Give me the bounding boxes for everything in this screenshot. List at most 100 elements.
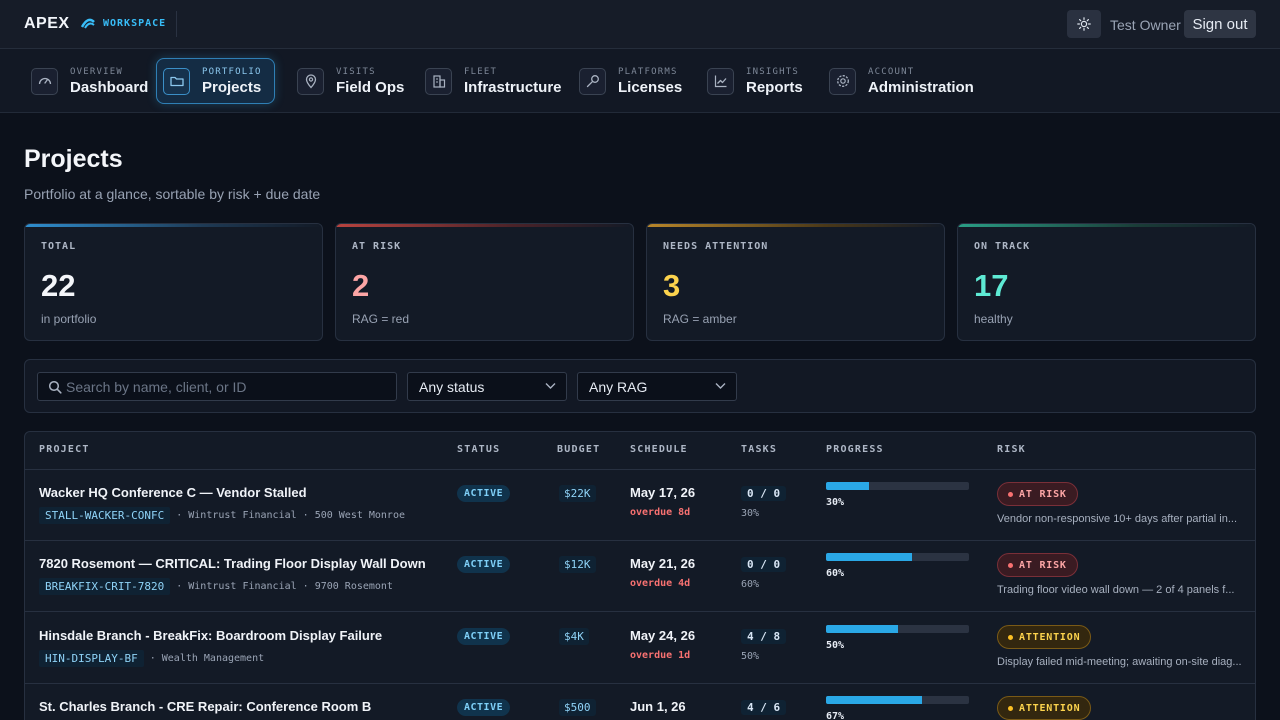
column-header-status[interactable]: STATUS bbox=[457, 444, 500, 455]
risk-note: Display failed mid-meeting; awaiting on-… bbox=[997, 656, 1242, 668]
nav-item-projects[interactable]: PORTFOLIO Projects bbox=[156, 58, 275, 104]
progress-percent: 50% bbox=[826, 640, 845, 651]
chevron-down-icon bbox=[715, 383, 726, 389]
tasks-percent: 30% bbox=[741, 508, 760, 519]
budget-value: $4K bbox=[559, 628, 589, 645]
column-header-budget[interactable]: BUDGET bbox=[557, 444, 600, 455]
nav-item-reports[interactable]: INSIGHTS Reports bbox=[701, 58, 815, 104]
sign-out-button[interactable]: Sign out bbox=[1184, 10, 1256, 38]
project-meta: BREAKFIX-CRIT-7820 · Wintrust Financial … bbox=[39, 578, 393, 595]
progress-bar bbox=[826, 625, 969, 633]
project-name[interactable]: 7820 Rosemont — CRITICAL: Trading Floor … bbox=[39, 556, 426, 571]
page-subtitle: Portfolio at a glance, sortable by risk … bbox=[24, 186, 321, 202]
tasks-count: 0 / 0 bbox=[741, 486, 787, 501]
stat-card-at-risk: AT RISK 2 RAG = red bbox=[335, 223, 634, 341]
gear-icon bbox=[829, 67, 856, 95]
project-code: STALL-WACKER-CONFC bbox=[39, 507, 171, 524]
status-badge: ACTIVE bbox=[457, 628, 511, 645]
progress-percent: 67% bbox=[826, 711, 845, 720]
divider bbox=[176, 11, 177, 37]
schedule-date: May 17, 26 bbox=[630, 485, 696, 500]
column-header-project[interactable]: PROJECT bbox=[39, 444, 90, 455]
workspace-icon bbox=[80, 18, 95, 29]
progress-fill bbox=[826, 482, 869, 490]
progress-percent: 60% bbox=[826, 568, 845, 579]
project-client: · Wintrust Financial · 500 West Monroe bbox=[176, 510, 405, 521]
risk-badge: AT RISK bbox=[997, 553, 1078, 577]
nav-item-field-ops[interactable]: VISITS Field Ops bbox=[291, 58, 416, 104]
schedule-date: May 24, 26 bbox=[630, 628, 696, 643]
nav-item-licenses[interactable]: PLATFORMS Licenses bbox=[573, 58, 694, 104]
workspace-label: WORKSPACE bbox=[103, 18, 167, 29]
project-name[interactable]: Wacker HQ Conference C — Vendor Stalled bbox=[39, 485, 307, 500]
risk-dot bbox=[1008, 491, 1013, 497]
project-code: BREAKFIX-CRIT-7820 bbox=[39, 578, 171, 595]
budget-value: $12K bbox=[559, 556, 596, 573]
schedule-date: Jun 1, 26 bbox=[630, 699, 686, 714]
column-header-schedule[interactable]: SCHEDULE bbox=[630, 444, 688, 455]
projects-table: PROJECT STATUS BUDGET SCHEDULE TASKS PRO… bbox=[24, 431, 1256, 720]
top-bar: APEX WORKSPACE Test Owner Sign out bbox=[0, 0, 1280, 49]
folder-icon bbox=[163, 67, 190, 95]
progress-bar bbox=[826, 696, 969, 704]
project-meta: HIN-DISPLAY-BF · Wealth Management bbox=[39, 650, 264, 667]
key-icon bbox=[579, 67, 606, 95]
project-name[interactable]: St. Charles Branch - CRE Repair: Confere… bbox=[39, 699, 371, 714]
page-title: Projects bbox=[24, 145, 123, 173]
project-client: · Wealth Management bbox=[149, 653, 265, 664]
search-box[interactable] bbox=[37, 372, 397, 401]
risk-dot bbox=[1008, 705, 1013, 711]
risk-badge: ATTENTION bbox=[997, 696, 1092, 720]
project-name[interactable]: Hinsdale Branch - BreakFix: Boardroom Di… bbox=[39, 628, 382, 643]
risk-note: Trading floor video wall down — 2 of 4 p… bbox=[997, 584, 1235, 596]
overdue-label: overdue 8d bbox=[630, 507, 691, 518]
nav-item-infrastructure[interactable]: FLEET Infrastructure bbox=[419, 58, 574, 104]
card-accent-bar bbox=[647, 224, 944, 227]
brand-logo[interactable]: APEX bbox=[24, 15, 70, 33]
budget-value: $22K bbox=[559, 485, 596, 502]
user-name: Test Owner bbox=[1110, 17, 1181, 33]
project-client: · Wintrust Financial · 9700 Rosemont bbox=[176, 581, 393, 592]
column-header-risk[interactable]: RISK bbox=[997, 444, 1026, 455]
nav-item-administration[interactable]: ACCOUNT Administration bbox=[823, 58, 986, 104]
nav-item-dashboard[interactable]: OVERVIEW Dashboard bbox=[25, 58, 160, 104]
table-row[interactable]: 7820 Rosemont — CRITICAL: Trading Floor … bbox=[25, 541, 1255, 612]
schedule-date: May 21, 26 bbox=[630, 556, 696, 571]
chevron-down-icon bbox=[545, 383, 556, 389]
tasks-count: 0 / 0 bbox=[741, 557, 787, 572]
status-filter-select[interactable]: Any status bbox=[407, 372, 567, 401]
risk-badge: AT RISK bbox=[997, 482, 1078, 506]
search-icon bbox=[48, 380, 62, 394]
budget-value: $500 bbox=[559, 699, 596, 716]
table-row[interactable]: Wacker HQ Conference C — Vendor Stalled … bbox=[25, 470, 1255, 541]
stat-card-needs-attention: NEEDS ATTENTION 3 RAG = amber bbox=[646, 223, 945, 341]
project-meta: STALL-WACKER-CONFC · Wintrust Financial … bbox=[39, 507, 405, 524]
table-row[interactable]: St. Charles Branch - CRE Repair: Confere… bbox=[25, 684, 1255, 720]
search-input[interactable] bbox=[66, 376, 386, 398]
building-icon bbox=[425, 67, 452, 95]
filter-bar: Any status Any RAG bbox=[24, 359, 1256, 413]
progress-fill bbox=[826, 625, 898, 633]
card-accent-bar bbox=[336, 224, 633, 227]
overdue-label: overdue 4d bbox=[630, 578, 691, 589]
gauge-icon bbox=[31, 67, 58, 95]
progress-fill bbox=[826, 553, 912, 561]
chart-line-icon bbox=[707, 67, 734, 95]
card-accent-bar bbox=[25, 224, 322, 227]
table-row[interactable]: Hinsdale Branch - BreakFix: Boardroom Di… bbox=[25, 613, 1255, 684]
theme-toggle-button[interactable] bbox=[1067, 10, 1101, 38]
tasks-count: 4 / 6 bbox=[741, 700, 787, 715]
rag-filter-select[interactable]: Any RAG bbox=[577, 372, 737, 401]
status-badge: ACTIVE bbox=[457, 485, 511, 502]
tasks-percent: 60% bbox=[741, 579, 760, 590]
column-header-progress[interactable]: PROGRESS bbox=[826, 444, 884, 455]
progress-bar bbox=[826, 553, 969, 561]
tasks-count: 4 / 8 bbox=[741, 629, 787, 644]
progress-fill bbox=[826, 696, 922, 704]
sun-icon bbox=[1077, 17, 1091, 31]
map-pin-icon bbox=[297, 67, 324, 95]
project-code: HIN-DISPLAY-BF bbox=[39, 650, 144, 667]
column-header-tasks[interactable]: TASKS bbox=[741, 444, 777, 455]
risk-badge: ATTENTION bbox=[997, 625, 1092, 649]
progress-bar bbox=[826, 482, 969, 490]
